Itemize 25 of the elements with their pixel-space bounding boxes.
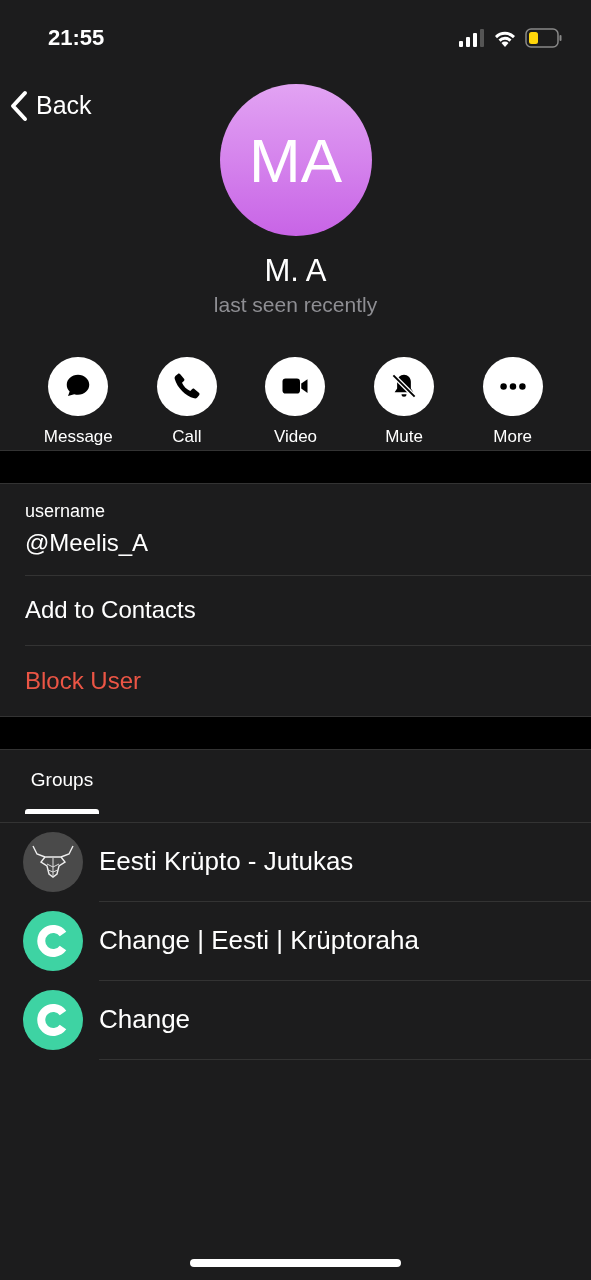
- group-name[interactable]: Change: [99, 1000, 191, 1040]
- group-name[interactable]: Change | Eesti | Krüptoraha: [99, 921, 419, 961]
- last-seen-status: last seen recently: [213, 292, 378, 319]
- signal-icon: [459, 28, 485, 47]
- profile-name: M. A: [264, 252, 327, 290]
- more-button[interactable]: More: [458, 356, 567, 450]
- group-name[interactable]: Eesti Krüpto - Jutukas: [99, 842, 354, 882]
- groups-tab[interactable]: Groups: [25, 766, 99, 822]
- chevron-left-icon: [10, 89, 28, 122]
- battery-icon: [525, 27, 563, 48]
- back-button[interactable]: Back: [10, 87, 92, 125]
- message-button[interactable]: Message: [24, 356, 133, 450]
- c-logo-avatar: [23, 990, 83, 1051]
- add-contact-link[interactable]: Add to Contacts: [25, 592, 591, 629]
- mute-button[interactable]: Mute: [349, 356, 459, 450]
- profile-avatar: MA: [219, 84, 372, 236]
- username-value: @Meelis_A: [25, 527, 150, 558]
- call-button[interactable]: Call: [132, 356, 242, 450]
- c-logo-avatar: [23, 911, 83, 972]
- video-button[interactable]: Video: [241, 356, 350, 450]
- field-label: username: [25, 499, 107, 523]
- bull-head-avatar: [23, 832, 83, 893]
- status-time: 21:55: [48, 24, 105, 52]
- more-icon: [499, 382, 526, 390]
- block-user-link[interactable]: Block User: [25, 662, 591, 699]
